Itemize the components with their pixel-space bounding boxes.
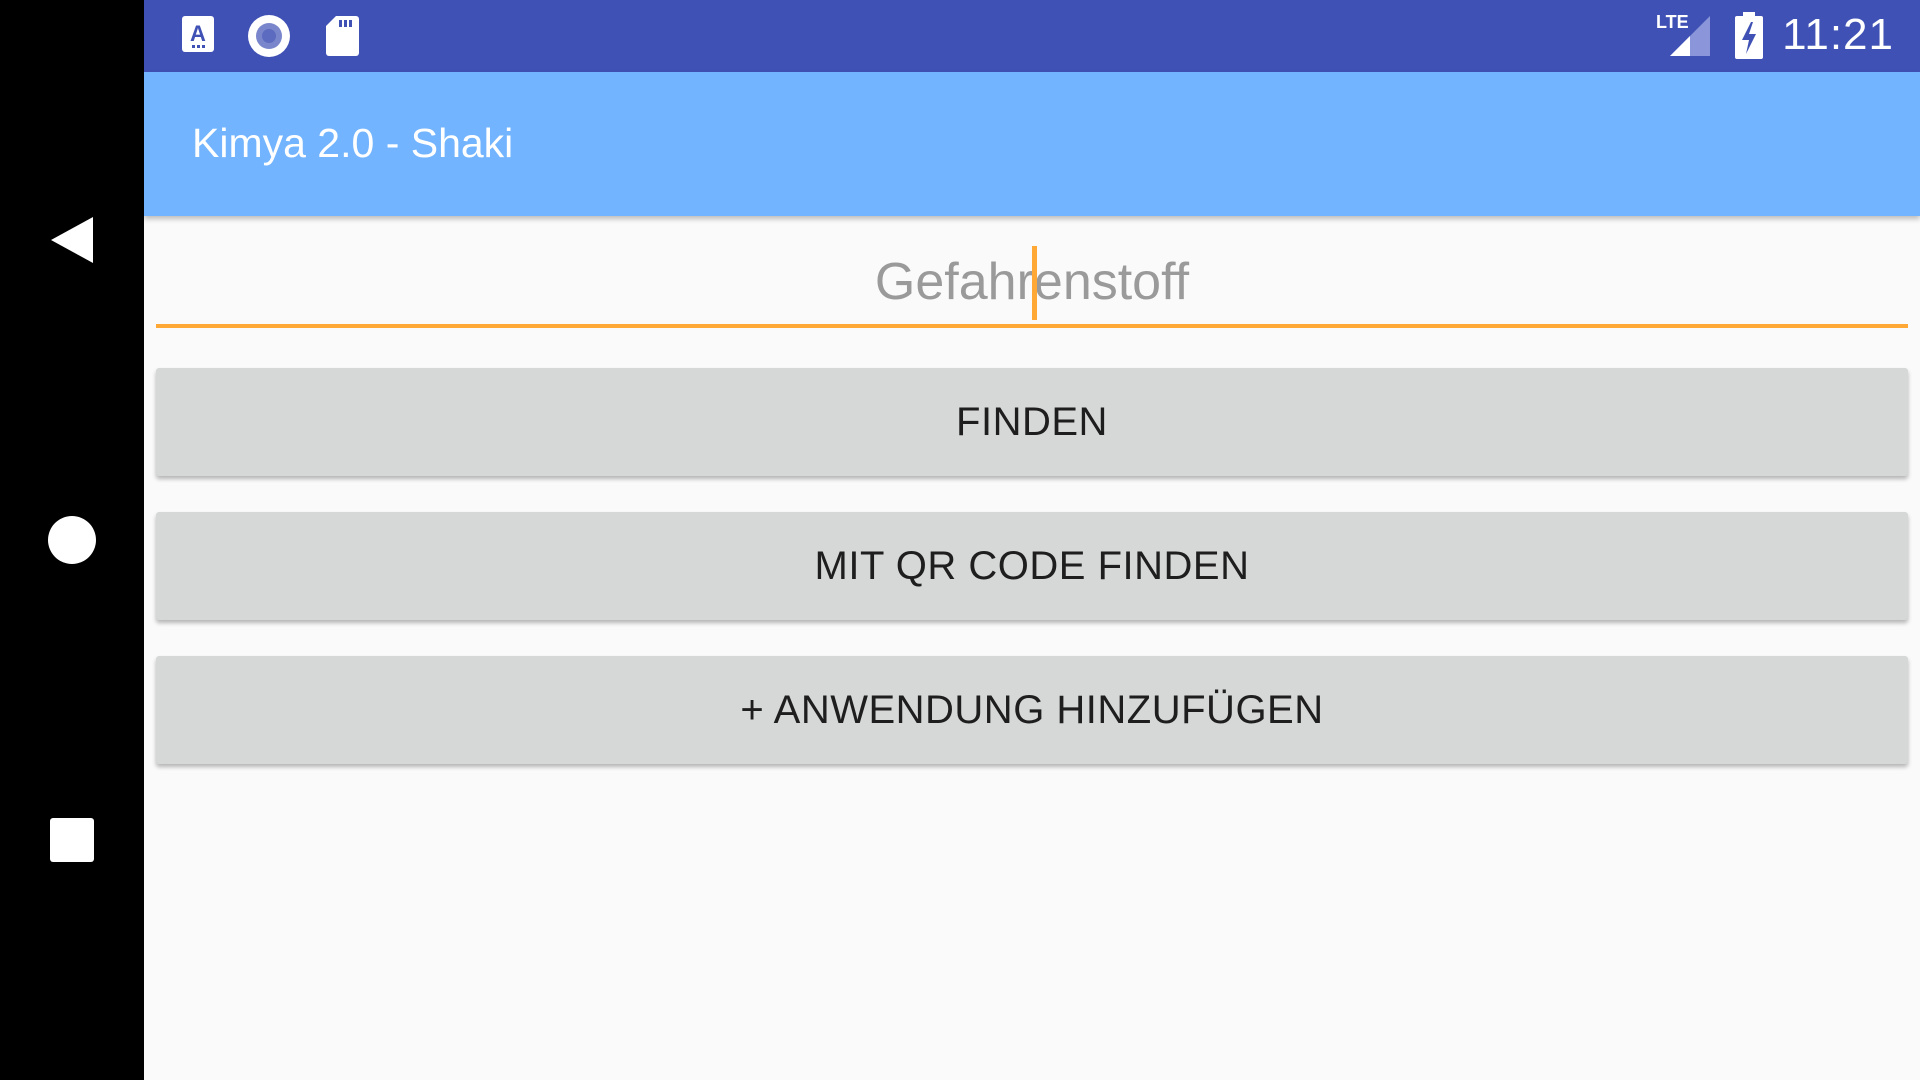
status-bar: A LTE 11:21 bbox=[144, 0, 1920, 72]
add-application-button[interactable]: + ANWENDUNG HINZUFÜGEN bbox=[156, 656, 1908, 764]
back-icon bbox=[51, 217, 93, 263]
recents-button[interactable] bbox=[0, 810, 144, 870]
home-button[interactable] bbox=[0, 510, 144, 570]
text-cursor bbox=[1032, 246, 1037, 320]
recents-icon bbox=[50, 818, 94, 862]
clock: 11:21 bbox=[1782, 10, 1894, 59]
navigation-bar bbox=[0, 0, 144, 1080]
battery-charging-icon bbox=[1735, 12, 1763, 59]
find-button[interactable]: FINDEN bbox=[156, 368, 1908, 476]
a-keyboard-icon: A bbox=[182, 16, 214, 52]
search-field bbox=[156, 240, 1908, 332]
app-title: Kimya 2.0 - Shaki bbox=[192, 120, 514, 166]
record-icon bbox=[248, 15, 290, 57]
home-icon bbox=[48, 516, 96, 564]
find-qr-button[interactable]: MIT QR CODE FINDEN bbox=[156, 512, 1908, 620]
sd-card-icon bbox=[326, 16, 359, 56]
svg-text:A: A bbox=[190, 21, 206, 46]
app-bar: Kimya 2.0 - Shaki bbox=[144, 72, 1920, 216]
back-button[interactable] bbox=[0, 210, 144, 270]
